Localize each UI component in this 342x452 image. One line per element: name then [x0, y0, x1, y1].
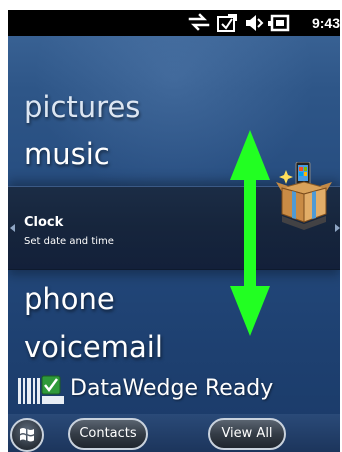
menu-item-music[interactable]: music: [24, 137, 110, 171]
battery-icon: [268, 13, 290, 38]
menu-item-voicemail[interactable]: voicemail: [24, 330, 163, 364]
menu-item-phone[interactable]: phone: [24, 282, 115, 316]
contacts-soft-key[interactable]: Contacts: [68, 418, 148, 450]
datawedge-label: DataWedge Ready: [70, 376, 274, 401]
vertical-double-arrow-icon: [228, 128, 272, 338]
start-button[interactable]: [10, 418, 44, 452]
scroll-right-arrow-icon: [335, 224, 340, 232]
windows-start-icon: [20, 428, 34, 442]
getting-started-gift-icon[interactable]: [274, 161, 334, 232]
status-bar[interactable]: 9:43: [8, 10, 340, 36]
scroll-left-arrow-icon: [10, 224, 15, 232]
menu-item-pictures[interactable]: pictures: [24, 90, 140, 124]
sync-icon: [216, 13, 238, 38]
home-screen: 9:43 pictures music Clock Set date and t…: [8, 10, 340, 452]
speaker-icon: [244, 13, 264, 38]
selected-item-subtitle: Set date and time: [24, 236, 114, 247]
connectivity-icon: [188, 13, 210, 36]
soft-key-bar: [8, 414, 340, 452]
selected-item-title: Clock: [24, 215, 64, 230]
view-all-soft-key[interactable]: View All: [208, 418, 286, 450]
barcode-check-icon: [18, 374, 66, 406]
device: 9:43 pictures music Clock Set date and t…: [0, 0, 342, 452]
status-time: 9:43: [311, 15, 340, 31]
